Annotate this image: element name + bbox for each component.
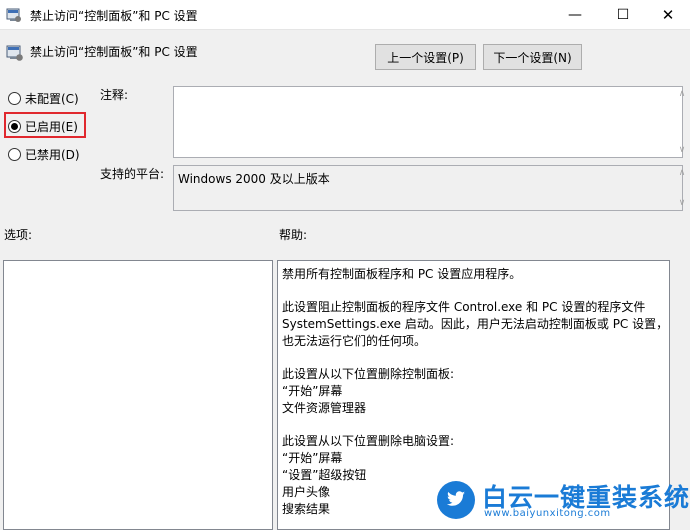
radio-label: 已禁用(D) [25, 147, 80, 162]
radio-circle [8, 147, 21, 161]
maximize-button[interactable]: ☐ [600, 0, 646, 30]
platform-scrollbar[interactable]: ∧ ∨ [666, 166, 685, 210]
title-bar: 禁止访问“控制面板”和 PC 设置 — ☐ ✕ [0, 0, 690, 30]
radio-not-configured[interactable]: 未配置(C) [8, 89, 79, 107]
comment-label: 注释: [100, 88, 129, 102]
help-line: 此设置从以下位置删除电脑设置: [282, 434, 455, 448]
scroll-up-icon[interactable]: ∧ [674, 168, 690, 178]
help-line: “开始”屏幕 [282, 451, 343, 465]
help-line: 此设置阻止控制面板的程序文件 Control.exe 和 PC 设置的程序文件 [282, 300, 646, 314]
help-line: SystemSettings.exe 启动。因此，用户无法启动控制面板或 PC … [282, 317, 669, 331]
platform-label: 支持的平台: [100, 167, 165, 181]
options-label: 选项: [4, 228, 33, 242]
policy-settings-icon [6, 45, 23, 61]
enabled-highlight-box [4, 112, 86, 138]
comment-scrollbar[interactable]: ∧ ∨ [666, 87, 685, 157]
radio-circle [8, 91, 21, 105]
comment-textarea[interactable]: ∧ ∨ [173, 86, 685, 158]
previous-setting-button[interactable]: 上一个设置(P) [375, 44, 476, 70]
scroll-up-icon[interactable]: ∧ [674, 89, 690, 99]
platform-value: Windows 2000 及以上版本 [178, 172, 330, 186]
platform-field: Windows 2000 及以上版本 ∧ ∨ [173, 165, 685, 211]
help-line: 此设置从以下位置删除控制面板: [282, 367, 455, 381]
window-title: 禁止访问“控制面板”和 PC 设置 [30, 9, 198, 23]
scroll-down-icon[interactable]: ∨ [674, 145, 690, 155]
help-line: 文件资源管理器 [282, 401, 367, 415]
help-line: 也无法运行它们的任何项。 [282, 334, 427, 348]
options-panel [3, 260, 273, 530]
help-line: 搜索结果 [282, 502, 331, 516]
radio-label: 未配置(C) [25, 91, 79, 106]
policy-settings-icon [6, 8, 21, 22]
help-line: “设置”超级按钮 [282, 468, 367, 482]
radio-disabled[interactable]: 已禁用(D) [8, 145, 80, 163]
help-line: “开始”屏幕 [282, 384, 343, 398]
watermark-logo: 白云一键重装系统 www.baiyunxitong.com [436, 478, 689, 522]
watermark-url: www.baiyunxitong.com [484, 508, 611, 519]
help-label: 帮助: [279, 228, 308, 242]
scroll-down-icon[interactable]: ∨ [674, 198, 690, 208]
minimize-button[interactable]: — [552, 0, 598, 30]
close-button[interactable]: ✕ [645, 0, 690, 30]
next-setting-button[interactable]: 下一个设置(N) [483, 44, 582, 70]
help-line: 禁用所有控制面板程序和 PC 设置应用程序。 [282, 267, 522, 281]
policy-title: 禁止访问“控制面板”和 PC 设置 [30, 45, 198, 59]
twitter-bird-icon [437, 481, 475, 519]
help-line: 用户头像 [282, 485, 331, 499]
